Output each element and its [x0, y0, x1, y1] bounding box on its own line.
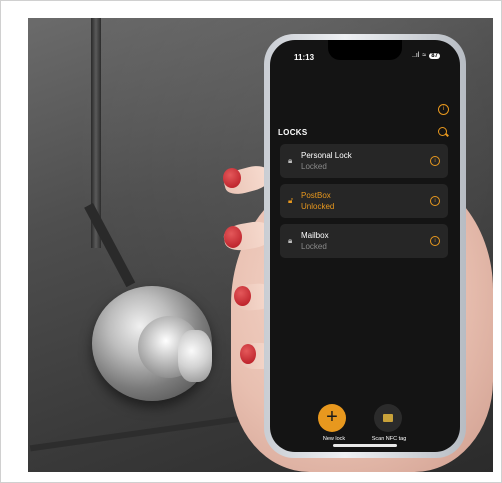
- info-icon[interactable]: i: [430, 156, 440, 166]
- lock-state: Unlocked: [301, 202, 335, 211]
- home-indicator[interactable]: [333, 444, 397, 447]
- phone-screen: 11:13 ..ıl ≈ 87 i LOCKS 🔒︎ Personal Lock…: [270, 40, 460, 452]
- new-lock-button[interactable]: +: [318, 404, 346, 432]
- page-title: LOCKS: [278, 128, 308, 137]
- lock-name: PostBox: [301, 191, 331, 200]
- scan-nfc-button[interactable]: [374, 404, 402, 432]
- status-time: 11:13: [294, 53, 315, 62]
- lock-card[interactable]: 🔒︎ Personal Lock Locked i: [280, 144, 448, 178]
- fingernail: [234, 286, 251, 306]
- fingernail: [224, 226, 242, 248]
- lock-name: Personal Lock: [301, 151, 352, 160]
- plus-icon: +: [326, 406, 338, 428]
- lock-card[interactable]: 🔓︎ PostBox Unlocked i: [280, 184, 448, 218]
- wifi-icon: ≈: [422, 52, 427, 59]
- info-icon[interactable]: i: [430, 196, 440, 206]
- battery-icon: 87: [429, 52, 440, 59]
- info-icon[interactable]: i: [430, 236, 440, 246]
- nfc-tag-icon: [383, 414, 393, 422]
- lock-state: Locked: [301, 242, 327, 251]
- lock-card[interactable]: 🔒︎ Mailbox Locked i: [280, 224, 448, 258]
- fingernail: [223, 168, 241, 188]
- lock-state: Locked: [301, 162, 327, 171]
- photo: 11:13 ..ıl ≈ 87 i LOCKS 🔒︎ Personal Lock…: [28, 18, 493, 472]
- new-lock-label: New lock: [322, 436, 346, 442]
- status-icons: ..ıl ≈ 87: [412, 52, 440, 59]
- lock-knob-cap: [178, 330, 212, 382]
- padlock-open-icon: 🔓︎: [288, 196, 294, 205]
- search-icon[interactable]: [438, 127, 447, 136]
- fingernail: [240, 344, 256, 364]
- smartphone: 11:13 ..ıl ≈ 87 i LOCKS 🔒︎ Personal Lock…: [264, 34, 466, 458]
- padlock-closed-icon: 🔒︎: [288, 236, 293, 245]
- padlock-closed-icon: 🔒︎: [288, 156, 293, 165]
- lock-name: Mailbox: [301, 231, 329, 240]
- signal-icon: ..ıl: [412, 52, 420, 59]
- phone-notch: [328, 40, 402, 60]
- image-frame: 11:13 ..ıl ≈ 87 i LOCKS 🔒︎ Personal Lock…: [0, 0, 502, 483]
- info-icon[interactable]: i: [438, 104, 449, 115]
- scan-nfc-label: Scan NFC tag: [371, 436, 407, 442]
